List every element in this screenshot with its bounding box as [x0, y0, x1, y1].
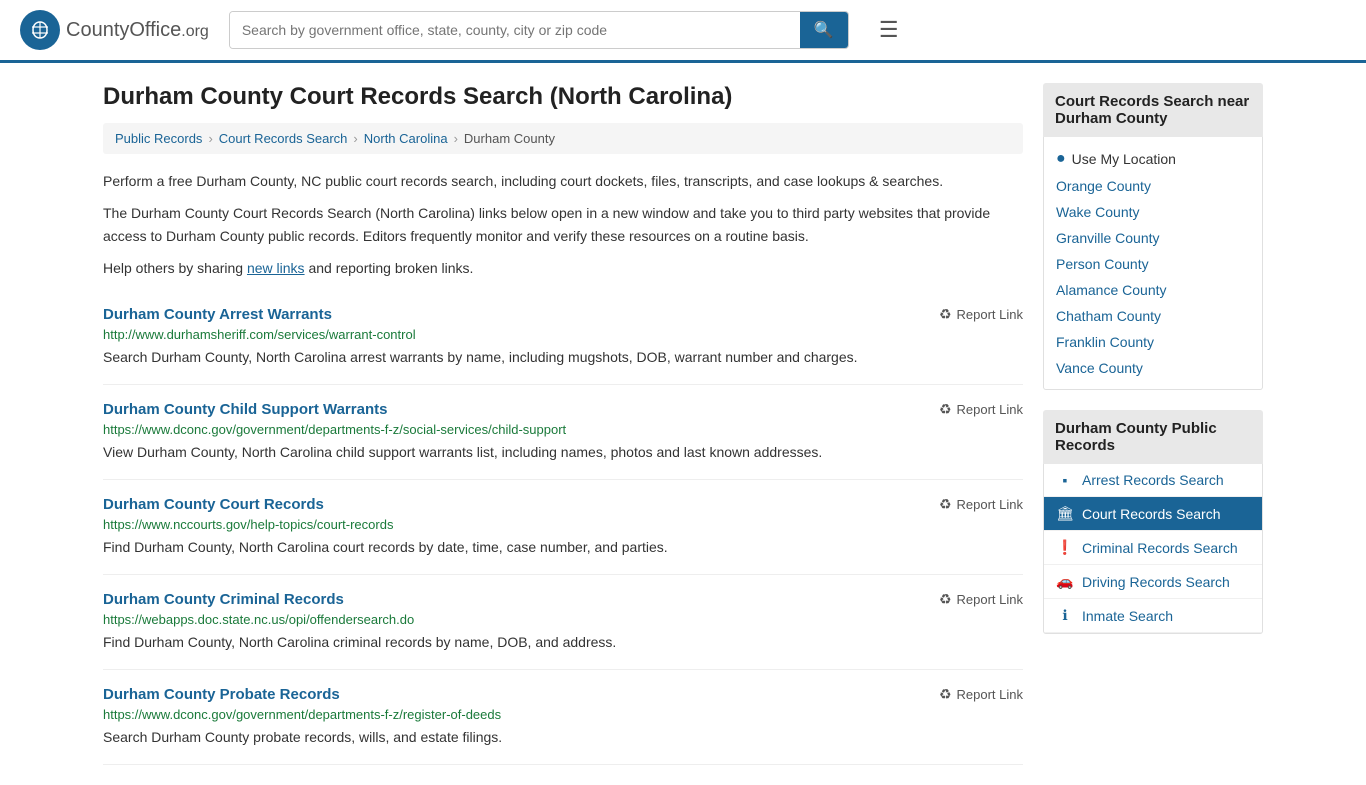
report-label: Report Link: [957, 307, 1023, 322]
description-2: The Durham County Court Records Search (…: [103, 202, 1023, 247]
report-link[interactable]: ♻ Report Link: [939, 496, 1023, 513]
record-url: https://www.dconc.gov/government/departm…: [103, 422, 1023, 437]
nearby-county-link[interactable]: Person County: [1044, 251, 1262, 277]
breadcrumb-sep-1: ›: [208, 131, 212, 146]
record-header: Durham County Criminal Records ♻ Report …: [103, 591, 1023, 608]
record-item: Durham County Court Records ♻ Report Lin…: [103, 480, 1023, 575]
record-title[interactable]: Durham County Child Support Warrants: [103, 401, 387, 418]
record-item: Durham County Child Support Warrants ♻ R…: [103, 385, 1023, 480]
rec-label: Court Records Search: [1082, 506, 1221, 522]
content-area: Durham County Court Records Search (Nort…: [103, 83, 1023, 765]
records-list: Durham County Arrest Warrants ♻ Report L…: [103, 290, 1023, 765]
rec-icon: 🚗: [1056, 573, 1074, 590]
record-item: Durham County Arrest Warrants ♻ Report L…: [103, 290, 1023, 385]
search-bar: 🔍: [229, 11, 849, 49]
nearby-county-link[interactable]: Granville County: [1044, 225, 1262, 251]
record-title[interactable]: Durham County Court Records: [103, 496, 324, 513]
record-title[interactable]: Durham County Arrest Warrants: [103, 306, 332, 323]
rec-icon: ❗: [1056, 539, 1074, 556]
nearby-county-link[interactable]: Chatham County: [1044, 303, 1262, 329]
report-link[interactable]: ♻ Report Link: [939, 686, 1023, 703]
record-title[interactable]: Durham County Probate Records: [103, 686, 340, 703]
breadcrumb-sep-2: ›: [353, 131, 357, 146]
search-button[interactable]: 🔍: [800, 12, 848, 48]
record-item: Durham County Criminal Records ♻ Report …: [103, 575, 1023, 670]
record-url: https://www.nccourts.gov/help-topics/cou…: [103, 517, 1023, 532]
use-location-label: Use My Location: [1072, 151, 1176, 167]
record-title[interactable]: Durham County Criminal Records: [103, 591, 344, 608]
record-desc: View Durham County, North Carolina child…: [103, 442, 1023, 463]
nearby-county-link[interactable]: Vance County: [1044, 355, 1262, 381]
nearby-list: ● Use My Location Orange CountyWake Coun…: [1043, 137, 1263, 390]
record-item: Durham County Probate Records ♻ Report L…: [103, 670, 1023, 765]
report-icon: ♻: [939, 591, 952, 608]
description-1: Perform a free Durham County, NC public …: [103, 170, 1023, 192]
record-desc: Search Durham County, North Carolina arr…: [103, 347, 1023, 368]
record-header: Durham County Court Records ♻ Report Lin…: [103, 496, 1023, 513]
rec-label: Inmate Search: [1082, 608, 1173, 624]
record-url: https://webapps.doc.state.nc.us/opi/offe…: [103, 612, 1023, 627]
rec-label: Arrest Records Search: [1082, 472, 1224, 488]
nearby-title: Court Records Search near Durham County: [1043, 83, 1263, 137]
description-3: Help others by sharing new links and rep…: [103, 257, 1023, 279]
record-header: Durham County Arrest Warrants ♻ Report L…: [103, 306, 1023, 323]
public-records-title: Durham County Public Records: [1043, 410, 1263, 464]
public-record-link[interactable]: 🚗 Driving Records Search: [1044, 565, 1262, 599]
site-logo[interactable]: CountyOffice.org: [20, 10, 209, 50]
breadcrumb-sep-3: ›: [454, 131, 458, 146]
report-icon: ♻: [939, 306, 952, 323]
menu-icon[interactable]: ☰: [879, 17, 899, 43]
record-header: Durham County Child Support Warrants ♻ R…: [103, 401, 1023, 418]
logo-text: CountyOffice.org: [66, 19, 209, 42]
search-input[interactable]: [230, 12, 800, 48]
sidebar: Court Records Search near Durham County …: [1043, 83, 1263, 765]
record-url: https://www.dconc.gov/government/departm…: [103, 707, 1023, 722]
breadcrumb-north-carolina[interactable]: North Carolina: [364, 131, 448, 146]
record-url: http://www.durhamsheriff.com/services/wa…: [103, 327, 1023, 342]
breadcrumb-public-records[interactable]: Public Records: [115, 131, 202, 146]
report-icon: ♻: [939, 686, 952, 703]
breadcrumb-durham-county: Durham County: [464, 131, 555, 146]
new-links-link[interactable]: new links: [247, 260, 305, 276]
public-record-link[interactable]: ℹ Inmate Search: [1044, 599, 1262, 633]
nearby-counties: Orange CountyWake CountyGranville County…: [1044, 173, 1262, 381]
report-icon: ♻: [939, 496, 952, 513]
report-link[interactable]: ♻ Report Link: [939, 401, 1023, 418]
rec-label: Criminal Records Search: [1082, 540, 1238, 556]
report-icon: ♻: [939, 401, 952, 418]
report-link[interactable]: ♻ Report Link: [939, 306, 1023, 323]
report-link[interactable]: ♻ Report Link: [939, 591, 1023, 608]
report-label: Report Link: [957, 687, 1023, 702]
nearby-county-link[interactable]: Orange County: [1044, 173, 1262, 199]
nearby-county-link[interactable]: Alamance County: [1044, 277, 1262, 303]
record-desc: Find Durham County, North Carolina crimi…: [103, 632, 1023, 653]
record-desc: Search Durham County probate records, wi…: [103, 727, 1023, 748]
nearby-section: Court Records Search near Durham County …: [1043, 83, 1263, 390]
public-records-list: ▪ Arrest Records Search 🏛 Court Records Sea…: [1043, 464, 1263, 634]
breadcrumb: Public Records › Court Records Search › …: [103, 123, 1023, 154]
use-location-link[interactable]: ● Use My Location: [1044, 145, 1262, 173]
page-title: Durham County Court Records Search (Nort…: [103, 83, 1023, 111]
breadcrumb-court-records[interactable]: Court Records Search: [219, 131, 348, 146]
rec-label: Driving Records Search: [1082, 574, 1230, 590]
nearby-county-link[interactable]: Wake County: [1044, 199, 1262, 225]
report-label: Report Link: [957, 497, 1023, 512]
logo-icon: [20, 10, 60, 50]
site-header: CountyOffice.org 🔍 ☰: [0, 0, 1366, 63]
search-icon: 🔍: [814, 22, 834, 39]
rec-icon: ▪: [1056, 472, 1074, 488]
public-record-link[interactable]: ❗ Criminal Records Search: [1044, 531, 1262, 565]
location-icon: ●: [1056, 150, 1066, 168]
public-record-link[interactable]: ▪ Arrest Records Search: [1044, 464, 1262, 497]
record-header: Durham County Probate Records ♻ Report L…: [103, 686, 1023, 703]
rec-icon: ℹ: [1056, 607, 1074, 624]
public-record-link[interactable]: 🏛 Court Records Search: [1044, 497, 1262, 531]
main-container: Durham County Court Records Search (Nort…: [83, 63, 1283, 785]
nearby-county-link[interactable]: Franklin County: [1044, 329, 1262, 355]
rec-icon: 🏛: [1056, 505, 1074, 522]
record-desc: Find Durham County, North Carolina court…: [103, 537, 1023, 558]
public-records-section: Durham County Public Records ▪ Arrest Rec…: [1043, 410, 1263, 634]
report-label: Report Link: [957, 402, 1023, 417]
report-label: Report Link: [957, 592, 1023, 607]
